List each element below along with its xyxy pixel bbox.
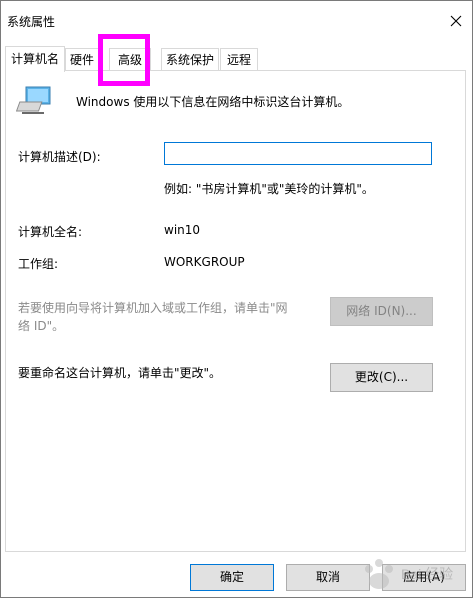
workgroup-value: WORKGROUP	[164, 255, 245, 269]
description-label: 计算机描述(D):	[18, 150, 101, 164]
network-id-text-line-1: 若要使用向导将计算机加入域或工作组，请单击"网	[18, 301, 288, 315]
title-bar: 系统属性	[1, 1, 472, 39]
computer-icon	[15, 85, 52, 118]
system-properties-dialog: 系统属性 计算机名 硬件 高级 系统保护 远程 Windows 使用以下信息在网…	[0, 0, 473, 598]
window-title: 系统属性	[7, 15, 56, 29]
rename-text: 要重命名这台计算机，请单击"更改"。	[18, 366, 222, 380]
tab-remote[interactable]: 远程	[220, 48, 258, 70]
change-button[interactable]: 更改(C)...	[330, 363, 433, 392]
full-name-value: win10	[164, 223, 201, 237]
svg-text:Bai 经验: Bai 经验	[401, 566, 453, 582]
computer-description-input[interactable]	[164, 142, 432, 165]
tab-strip: 计算机名 硬件 高级 系统保护 远程	[1, 46, 472, 72]
intro-text: Windows 使用以下信息在网络中标识这台计算机。	[76, 95, 350, 109]
baidu-jingyan-watermark: Bai 经验	[349, 549, 469, 597]
network-id-text-line-2: 络 ID"。	[18, 319, 65, 333]
tab-system-protection[interactable]: 系统保护	[161, 48, 219, 70]
network-id-button[interactable]: 网络 ID(N)...	[330, 297, 433, 326]
ok-button[interactable]: 确定	[190, 564, 274, 591]
full-name-label: 计算机全名:	[18, 225, 83, 239]
tab-advanced[interactable]: 高级	[109, 48, 151, 70]
close-icon[interactable]	[441, 7, 471, 35]
tab-hardware[interactable]: 硬件	[65, 48, 99, 70]
workgroup-label: 工作组:	[18, 257, 59, 271]
tab-computer-name[interactable]: 计算机名	[5, 46, 65, 72]
example-text: 例如: "书房计算机"或"美玲的计算机"。	[164, 182, 374, 196]
